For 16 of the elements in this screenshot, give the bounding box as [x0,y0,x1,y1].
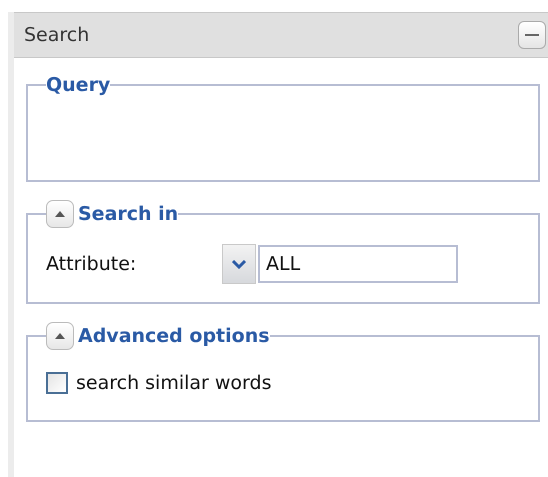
section-legend: Search in [78,203,178,225]
expand-toggle-button[interactable] [46,322,74,350]
attribute-label: Attribute: [46,253,138,275]
caret-up-icon [54,332,66,340]
dropdown-button[interactable] [222,244,256,284]
expand-toggle-button[interactable] [46,200,74,228]
panel-title: Search [24,24,90,46]
section-legend: Query [46,74,110,96]
collapse-button[interactable] [518,21,546,49]
section-legend: Advanced options [78,325,270,347]
minus-icon [525,34,539,36]
chevron-down-icon [232,260,246,268]
caret-up-icon [54,210,66,218]
checkbox[interactable] [46,372,68,394]
attribute-field[interactable]: ALL [258,245,458,283]
checkbox-label: search similar words [76,372,272,394]
